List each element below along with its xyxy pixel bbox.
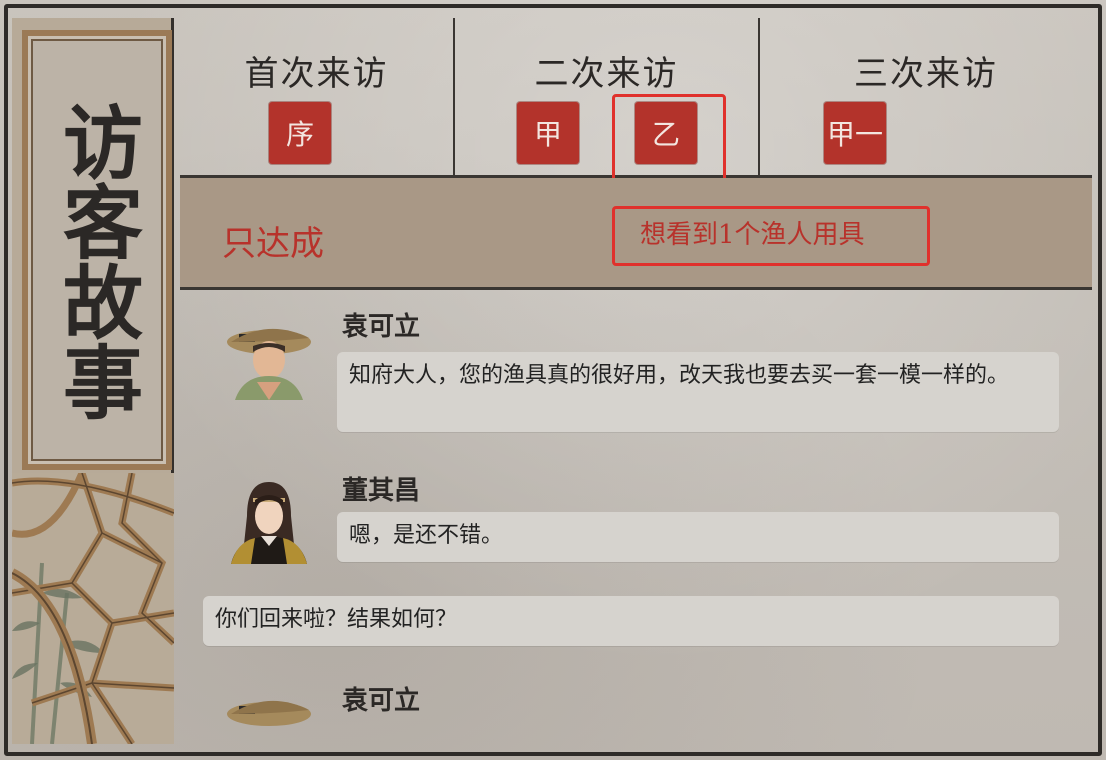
visit-second: 二次来访 甲 乙 (455, 18, 760, 182)
speaker-name: 袁可立 (342, 312, 421, 342)
condition-band: 只达成 想看到1个渔人用具 (180, 178, 1092, 290)
page-title: 访客故事 (50, 101, 144, 421)
lattice-window-decoration (12, 473, 174, 744)
dialog-message: 袁可立 (180, 670, 1092, 744)
selected-highlight-box (612, 94, 726, 182)
scholar-portrait-icon (225, 476, 313, 564)
content-area: 首次来访 序 二次来访 甲 乙 三次来访 甲一 只达成 想看到1个渔人用具 袁可… (180, 18, 1092, 744)
visit-third-title: 三次来访 (854, 54, 998, 94)
seal-button-xu[interactable]: 序 (269, 102, 331, 164)
dialog-message: 袁可立 知府大人，您的渔具真的很好用，改天我也要去买一套一模一样的。 (180, 290, 1092, 440)
speaker-name: 袁可立 (342, 686, 421, 716)
fisherman-portrait-icon (225, 312, 313, 400)
dialog-bubble: 知府大人，您的渔具真的很好用，改天我也要去买一套一模一样的。 (337, 352, 1059, 432)
left-panel: 访客故事 (12, 18, 174, 744)
seal-button-jia[interactable]: 甲 (517, 102, 579, 164)
seal-button-jia-yi[interactable]: 甲一 (824, 102, 886, 164)
visit-first-title: 首次来访 (244, 54, 389, 94)
dialog-message: 你们回来啦？结果如何？ (180, 590, 1092, 650)
fisherman-portrait-icon (225, 684, 313, 744)
visit-second-title: 二次来访 (534, 54, 679, 94)
visit-third: 三次来访 甲一 (760, 18, 1092, 178)
title-plaque: 访客故事 (22, 30, 172, 470)
visit-tabs: 首次来访 序 二次来访 甲 乙 三次来访 甲一 (180, 18, 1092, 182)
requirement-highlight-box (612, 206, 930, 266)
condition-label: 只达成 (222, 224, 324, 264)
dialog-list[interactable]: 袁可立 知府大人，您的渔具真的很好用，改天我也要去买一套一模一样的。 董其昌 嗯… (180, 290, 1092, 744)
visit-first: 首次来访 序 (180, 18, 455, 178)
dialog-bubble: 嗯，是还不错。 (337, 512, 1059, 562)
narration-bubble: 你们回来啦？结果如何？ (203, 596, 1059, 646)
dialog-message: 董其昌 嗯，是还不错。 (180, 458, 1092, 578)
speaker-name: 董其昌 (342, 476, 421, 506)
